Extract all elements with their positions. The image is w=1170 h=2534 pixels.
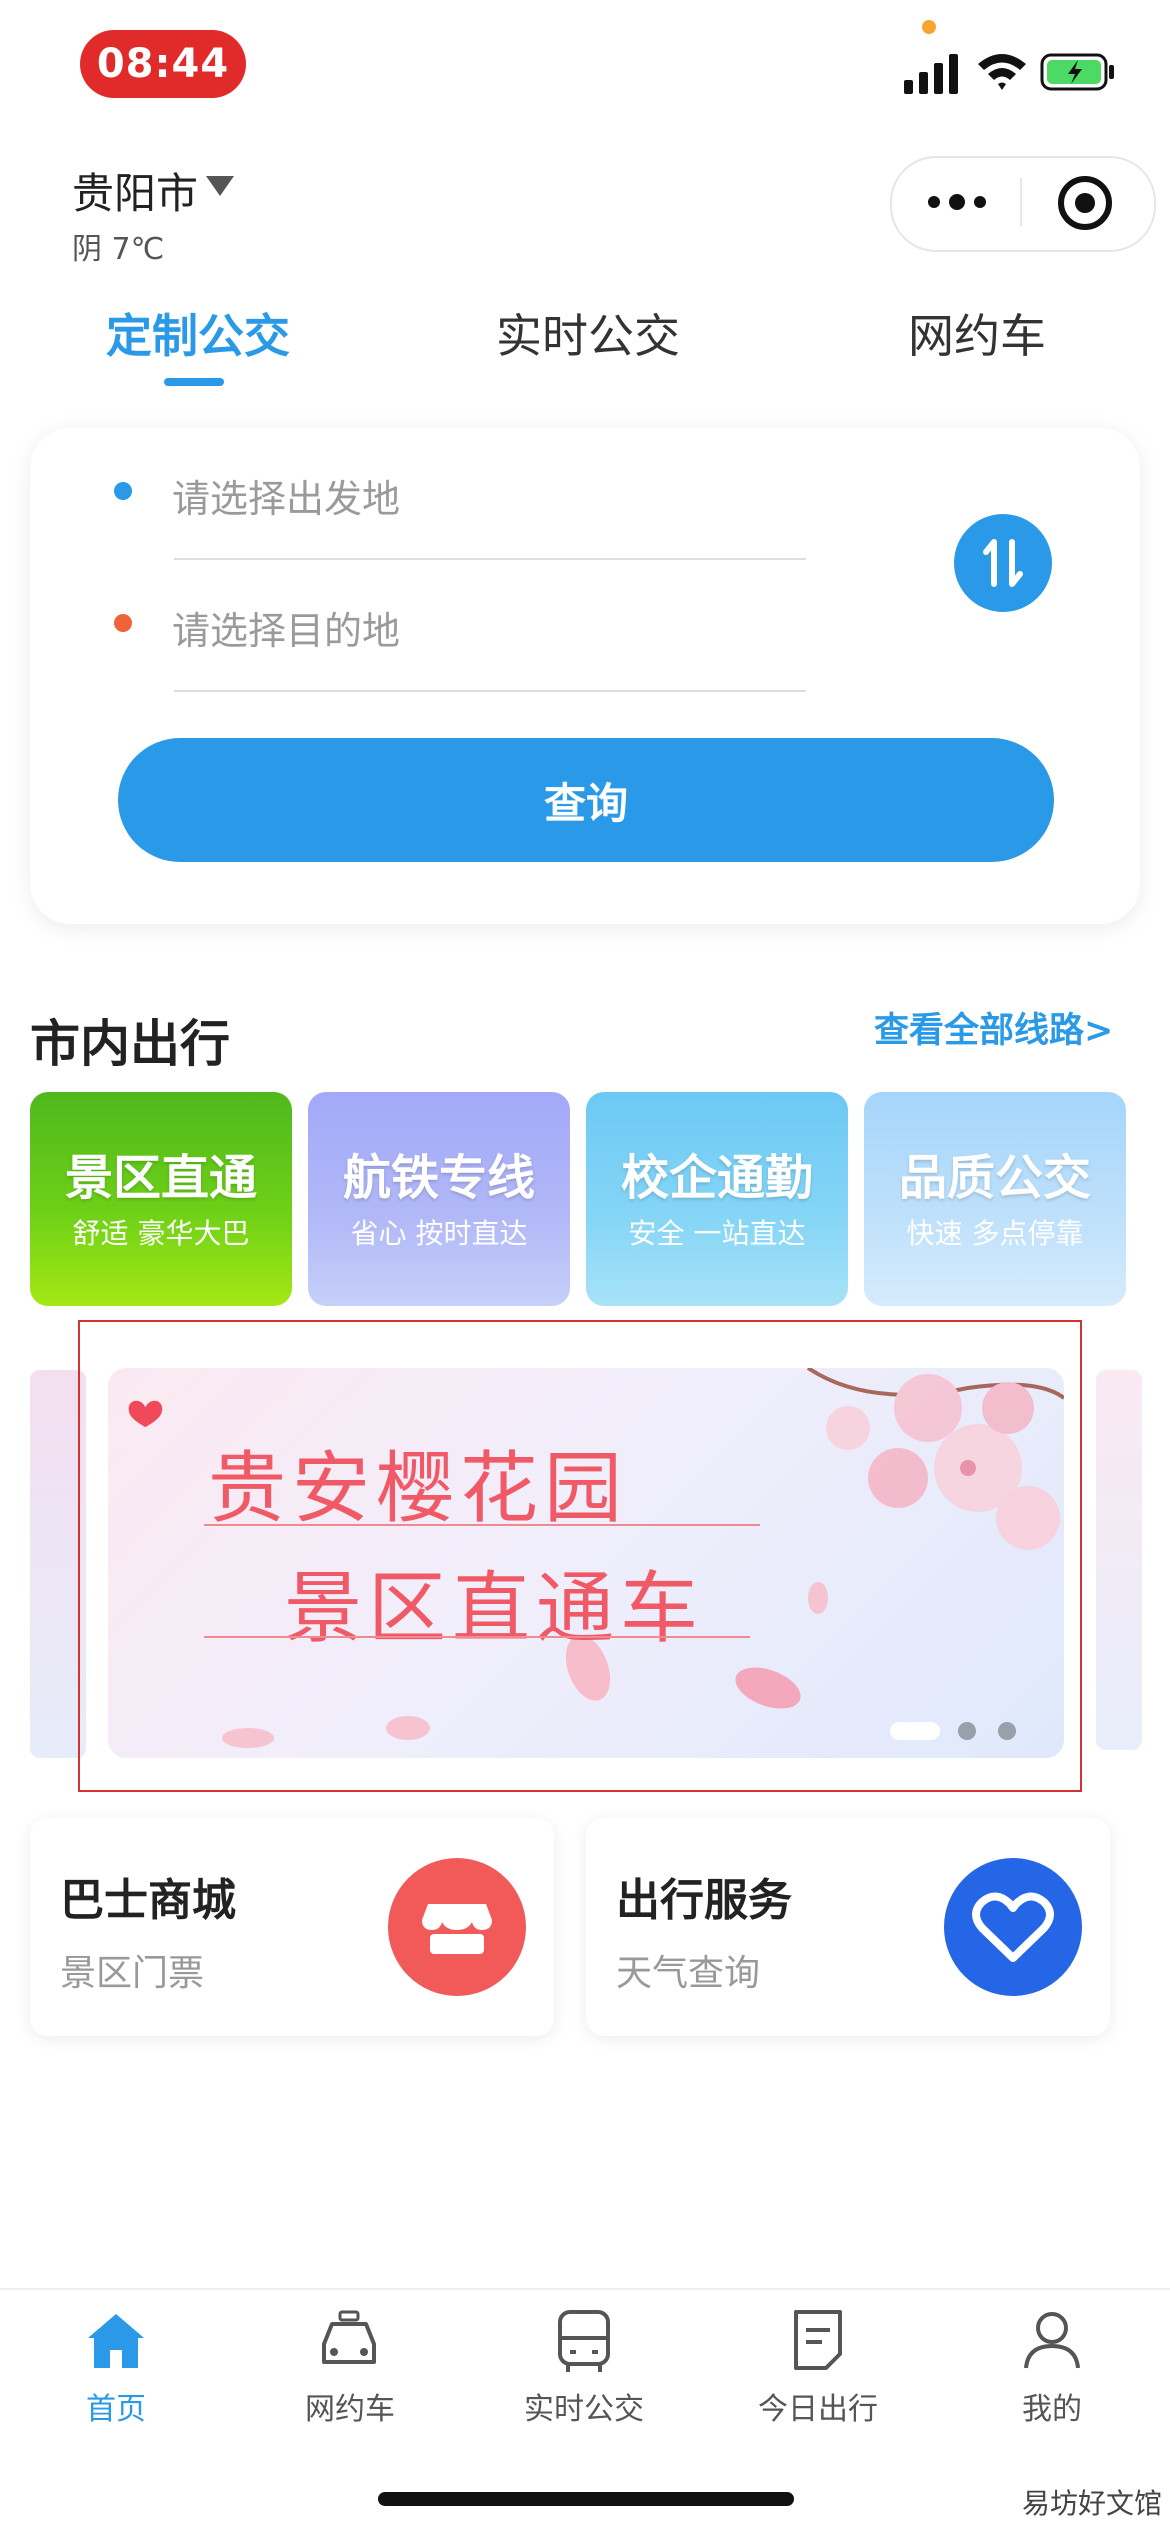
tab-ride-hailing[interactable]: 网约车 [908,300,1046,366]
tile-subtitle: 快速 多点停靠 [906,1217,1084,1250]
tile-subtitle: 省心 按时直达 [350,1217,528,1250]
tile-title: 品质公交 [898,1150,1091,1206]
nav-label: 首页 [86,2392,146,2427]
query-button[interactable]: 查询 [118,738,1054,862]
tab-custom-bus[interactable]: 定制公交 [106,300,290,366]
tile-school-commute[interactable]: 校企通勤 安全 一站直达 [586,1092,848,1306]
swap-arrows-icon [983,539,1023,587]
nav-today-trip[interactable]: 今日出行 [738,2300,898,2430]
city-selector[interactable]: 贵阳市 [72,160,198,221]
capsule-divider [1020,178,1022,226]
tile-title: 航铁专线 [342,1150,535,1206]
tile-title: 景区直通 [64,1150,257,1206]
bus-icon [558,2310,610,2372]
nav-profile[interactable]: 我的 [972,2300,1132,2430]
taxi-icon [322,2310,376,2364]
nav-home[interactable]: 首页 [36,2300,196,2430]
note-icon [794,2310,842,2370]
destination-divider [174,690,806,692]
more-dots-icon[interactable] [926,190,988,214]
tile-subtitle: 安全 一站直达 [628,1217,806,1250]
origin-input[interactable]: 请选择出发地 [172,468,400,523]
bus-mall-card[interactable]: 巴士商城 景区门票 [30,1818,554,2036]
origin-dot [114,482,132,500]
tile-quality-bus[interactable]: 品质公交 快速 多点停靠 [864,1092,1126,1306]
tile-title: 校企通勤 [620,1150,813,1206]
section-title: 市内出行 [30,1015,230,1073]
travel-services-card[interactable]: 出行服务 天气查询 [586,1818,1110,2036]
watermark-text: 易坊好文馆 [1022,2487,1163,2520]
weather-text: 阴 7℃ [72,232,165,267]
tile-subtitle: 舒适 豪华大巴 [72,1217,250,1250]
nav-label: 网约车 [305,2392,395,2427]
swap-locations-button[interactable] [954,514,1052,612]
active-tab-indicator [164,378,224,386]
wifi-icon [978,54,1026,90]
destination-input[interactable]: 请选择目的地 [172,600,400,655]
nav-label: 实时公交 [524,2392,644,2427]
nav-label: 今日出行 [758,2392,878,2427]
tile-airport-rail[interactable]: 航铁专线 省心 按时直达 [308,1092,570,1306]
tab-realtime-bus[interactable]: 实时公交 [496,300,680,366]
shop-icon [388,1858,526,1996]
nav-ride-hailing[interactable]: 网约车 [270,2300,430,2430]
card-subtitle: 景区门票 [60,1953,205,1994]
user-icon [1024,2312,1080,2369]
view-all-routes-link[interactable]: 查看全部线路> [874,1002,1113,1053]
highlight-frame [78,1320,1082,1792]
card-title: 出行服务 [616,1875,792,1926]
signal-icon [904,54,958,94]
close-target-icon[interactable] [1056,174,1114,232]
heart-icon [944,1858,1082,1996]
privacy-indicator-dot [922,20,936,34]
card-subtitle: 天气查询 [616,1953,761,1994]
home-icon [88,2314,144,2368]
battery-charging-icon [1040,53,1114,91]
nav-realtime-bus[interactable]: 实时公交 [504,2300,664,2430]
destination-dot [114,614,132,632]
home-indicator [378,2492,794,2506]
caret-down-icon[interactable] [206,176,234,196]
tile-scenic-direct[interactable]: 景区直通 舒适 豪华大巴 [30,1092,292,1306]
carousel-next-slide[interactable] [1096,1370,1142,1750]
nav-label: 我的 [1022,2392,1082,2427]
origin-divider [174,558,806,560]
card-title: 巴士商城 [60,1875,236,1926]
status-time: 08:44 [80,30,246,98]
